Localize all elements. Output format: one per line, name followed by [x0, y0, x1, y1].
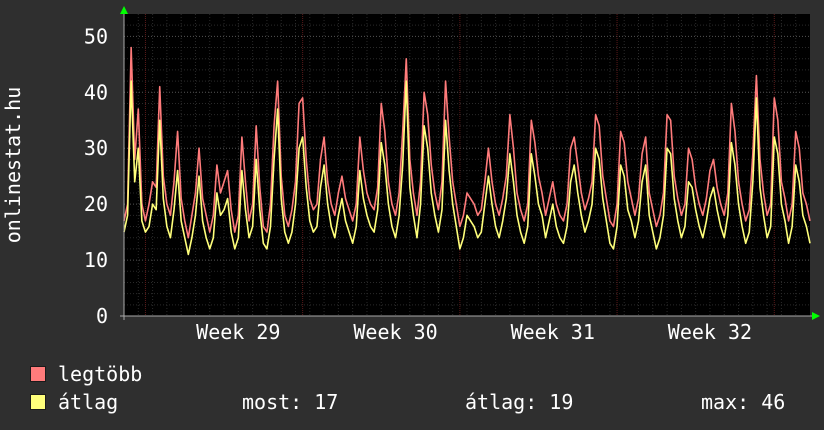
y-tick-label: 40	[84, 80, 108, 104]
x-axis-arrow-icon	[812, 312, 820, 320]
y-axis-arrow-icon	[120, 6, 128, 14]
legtobb-swatch	[30, 366, 46, 382]
x-tick-labels: Week 29 Week 30 Week 31 Week 32	[196, 320, 752, 344]
stat-atlag: átlag: 19	[465, 390, 574, 414]
y-tick-labels: 0 10 20 30 40 50	[84, 24, 108, 328]
atlag-swatch	[30, 394, 46, 410]
y-axis-label: onlinestat.hu	[1, 87, 25, 244]
y-tick-label: 20	[84, 192, 108, 216]
x-tick-label: Week 32	[668, 320, 752, 344]
y-tick-label: 30	[84, 136, 108, 160]
y-tick-label: 50	[84, 24, 108, 48]
x-tick-label: Week 31	[511, 320, 595, 344]
y-tick-label: 10	[84, 248, 108, 272]
legend-item-atlag: átlag most: 17 átlag: 19 max: 46	[30, 390, 824, 414]
stat-max: max: 46	[701, 390, 786, 414]
x-tick-label: Week 29	[196, 320, 280, 344]
x-tick-label: Week 30	[353, 320, 437, 344]
legend-label-atlag: átlag	[58, 390, 119, 414]
y-tick-label: 0	[96, 304, 108, 328]
legend-item-legtobb: legtöbb	[30, 362, 142, 386]
stat-most: most: 17	[242, 390, 339, 414]
legend-label-legtobb: legtöbb	[58, 362, 143, 386]
